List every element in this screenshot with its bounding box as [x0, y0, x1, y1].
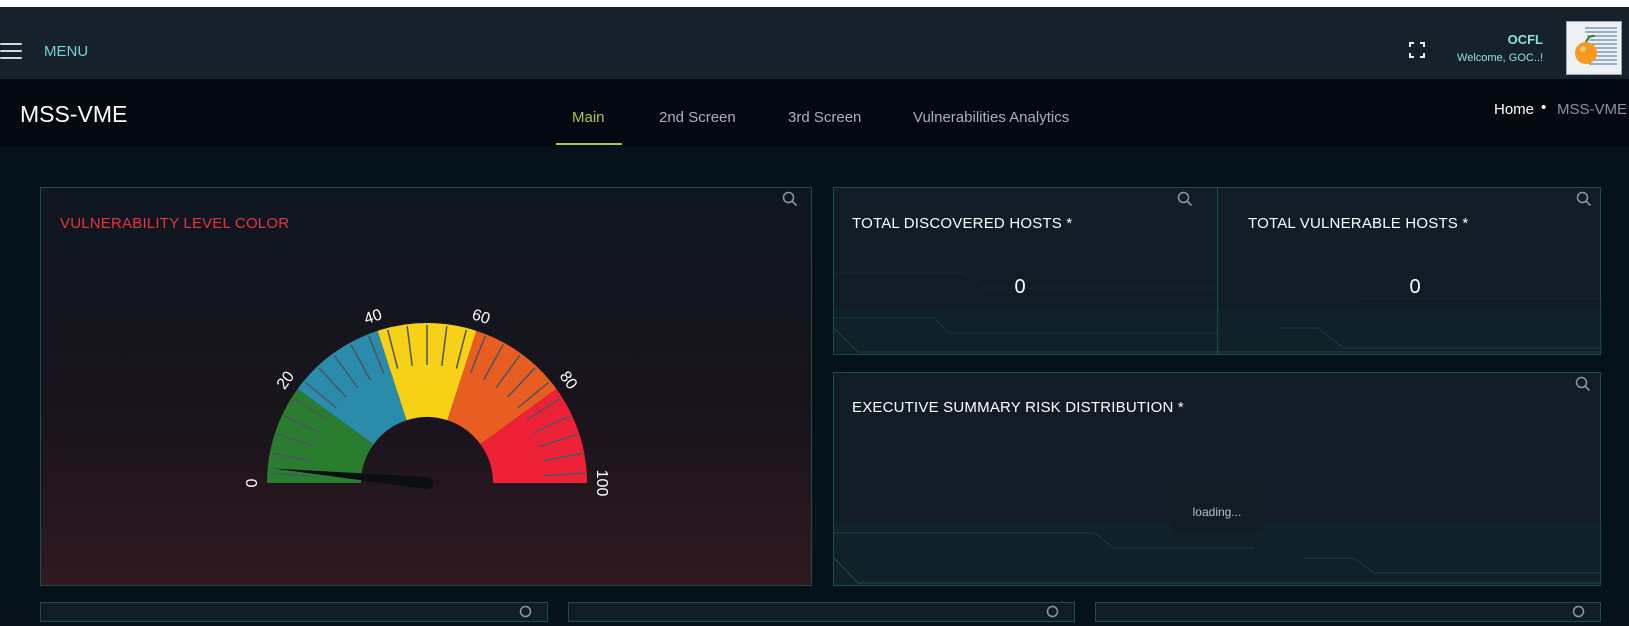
- tab-main[interactable]: Main: [572, 109, 605, 126]
- active-tab-indicator: [556, 143, 622, 145]
- discovered-hosts-value: 0: [1014, 276, 1026, 298]
- loading-indicator: loading...: [1172, 492, 1262, 532]
- page-title: MSS-VME: [20, 101, 128, 127]
- tab-2nd-screen[interactable]: 2nd Screen: [659, 109, 736, 126]
- menu-label[interactable]: MENU: [44, 43, 88, 60]
- circuit-decoration: [1218, 297, 1602, 353]
- gauge-tick-label: 60: [470, 306, 492, 328]
- search-icon[interactable]: [1177, 191, 1193, 207]
- breadcrumb-home[interactable]: Home: [1494, 101, 1534, 118]
- executive-summary-title: EXECUTIVE SUMMARY RISK DISTRIBUTION *: [852, 399, 1184, 416]
- hamburger-icon[interactable]: [0, 43, 24, 59]
- gauge-tick-label: 0: [244, 478, 261, 487]
- organization-logo: [1566, 21, 1622, 75]
- search-icon[interactable]: [1576, 191, 1592, 207]
- circuit-decoration: [834, 272, 1219, 353]
- gauge-needle-hub: [421, 477, 433, 489]
- discovered-hosts-panel: TOTAL DISCOVERED HOSTS * 0: [833, 187, 1219, 355]
- bottom-panel-2: [568, 602, 1075, 622]
- gauge-tick-label: 80: [556, 368, 580, 392]
- vulnerability-gauge-panel: VULNERABILITY LEVEL COLOR 0 20 40 60 80 100: [40, 187, 812, 586]
- vulnerable-hosts-title: TOTAL VULNERABLE HOSTS *: [1248, 215, 1469, 232]
- vulnerability-gauge: 0 20 40 60 80 100: [244, 306, 610, 497]
- search-icon[interactable]: [1046, 605, 1062, 621]
- bottom-panel-1: [40, 602, 548, 622]
- bottom-panel-3: [1095, 602, 1601, 622]
- tab-3rd-screen[interactable]: 3rd Screen: [788, 109, 861, 126]
- page-header: MSS-VME Main 2nd Screen 3rd Screen Vulne…: [0, 79, 1629, 147]
- top-navbar: MENU OCFL Welcome, GOC..!: [0, 7, 1629, 79]
- search-icon[interactable]: [1572, 605, 1588, 621]
- user-name: OCFL: [1507, 32, 1543, 47]
- vulnerable-hosts-value: 0: [1409, 276, 1421, 298]
- executive-summary-panel: EXECUTIVE SUMMARY RISK DISTRIBUTION *: [833, 372, 1602, 586]
- expand-icon[interactable]: [1409, 42, 1425, 58]
- vulnerable-hosts-panel: TOTAL VULNERABLE HOSTS * 0: [1217, 187, 1602, 355]
- gauge-tick-label: 40: [362, 306, 384, 328]
- window-top-strip: [0, 0, 1629, 7]
- tab-vulnerabilities-analytics[interactable]: Vulnerabilities Analytics: [913, 109, 1069, 126]
- user-welcome: Welcome, GOC..!: [1457, 52, 1543, 64]
- breadcrumb-current: MSS-VME: [1557, 101, 1628, 118]
- search-icon[interactable]: [1575, 376, 1591, 392]
- gauge-tick-label: 100: [593, 470, 610, 497]
- discovered-hosts-title: TOTAL DISCOVERED HOSTS *: [852, 215, 1073, 232]
- breadcrumb-separator: •: [1541, 99, 1547, 116]
- gauge-tick-label: 20: [274, 368, 298, 392]
- search-icon[interactable]: [519, 605, 535, 621]
